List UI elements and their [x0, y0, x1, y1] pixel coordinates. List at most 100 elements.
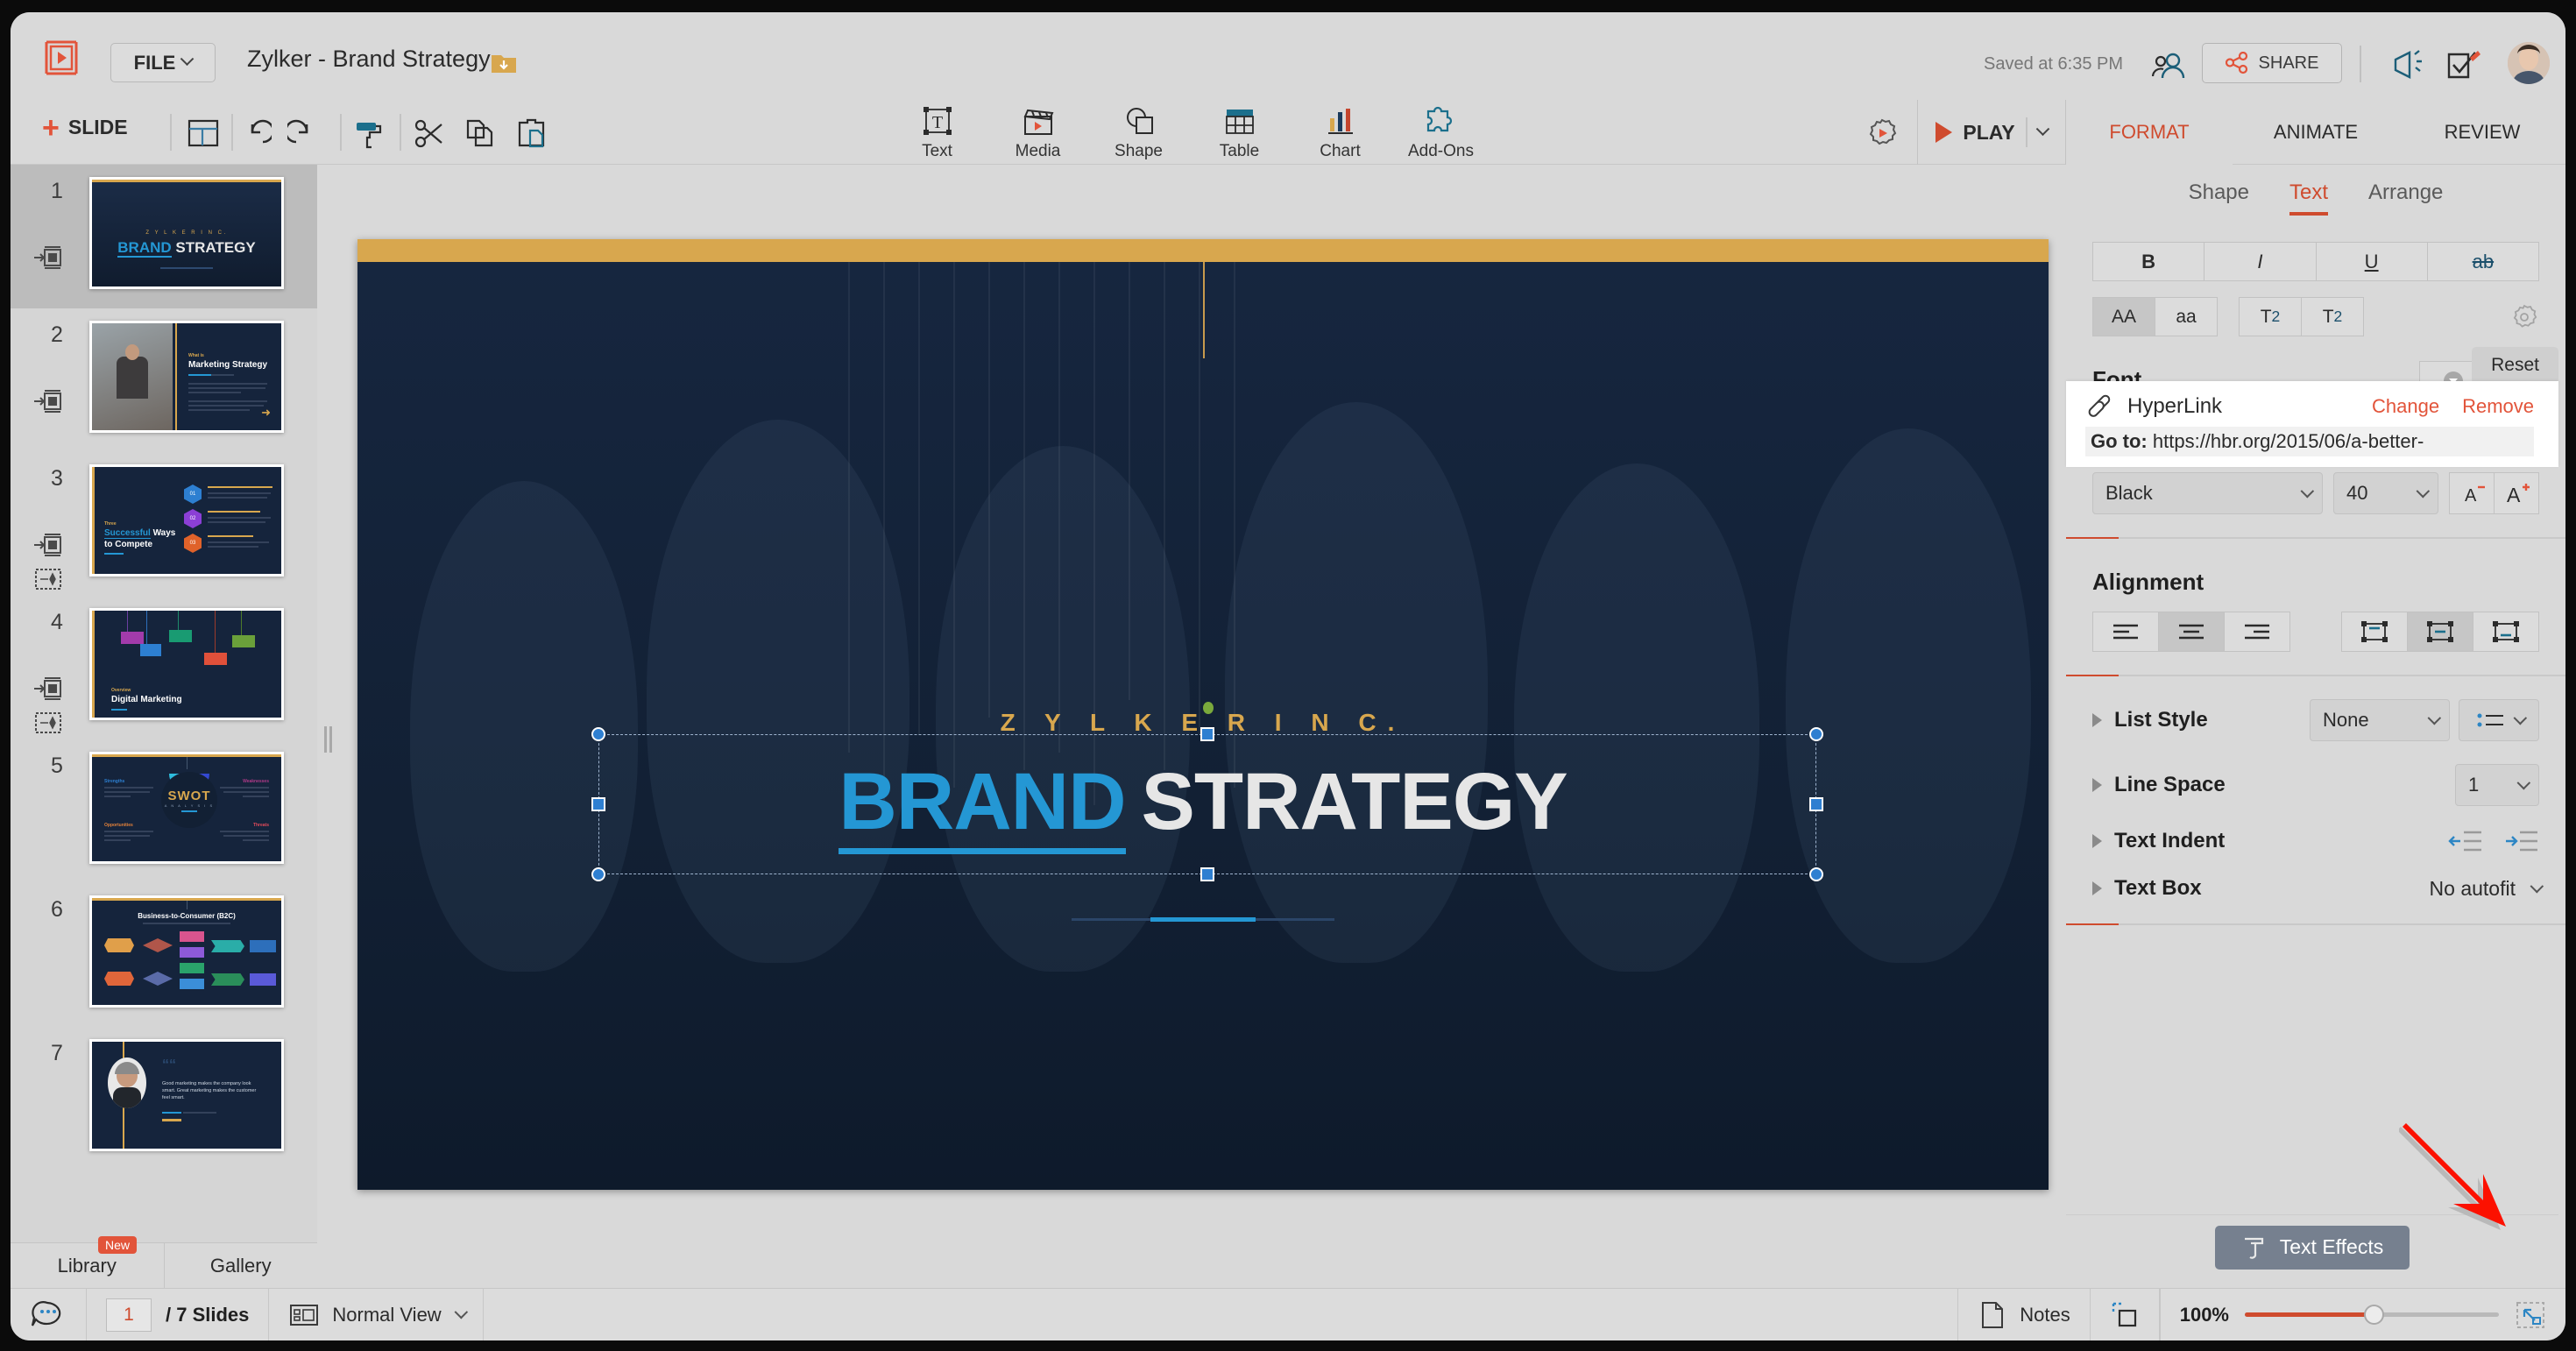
comments-button[interactable] [11, 1288, 87, 1340]
subscript-button[interactable]: T2 [2301, 297, 2364, 336]
active-slide[interactable]: Z Y L K E R I N C. BRAND STRATEGY [357, 239, 2049, 1190]
app-logo-icon[interactable] [41, 39, 81, 77]
slide-thumbnail[interactable]: Three Successful Ways to Compete 01 02 0… [89, 464, 284, 576]
hyperlink-url-row[interactable]: Go to: https://hbr.org/2015/06/a-better- [2085, 427, 2534, 456]
decrease-indent-icon[interactable] [2448, 830, 2483, 852]
align-right-button[interactable] [2224, 612, 2290, 652]
copy-icon[interactable] [463, 117, 498, 149]
slide-list-item[interactable]: 4 Overview Digital Marketing [11, 596, 317, 739]
gallery-tab[interactable]: Gallery [163, 1243, 318, 1288]
reset-button[interactable]: Reset [2472, 347, 2558, 384]
text-effects-button[interactable]: Text Effects [2214, 1225, 2410, 1270]
markup-pen-icon[interactable] [2445, 49, 2482, 84]
expand-triangle-icon[interactable] [2092, 834, 2102, 848]
expand-triangle-icon[interactable] [2092, 778, 2102, 792]
tab-review[interactable]: REVIEW [2399, 100, 2565, 165]
file-menu-button[interactable]: FILE [110, 43, 216, 82]
insert-table-button[interactable]: Table [1189, 100, 1290, 165]
slide-counter[interactable]: 1 / 7 Slides [87, 1288, 270, 1340]
redo-icon[interactable] [284, 117, 322, 149]
subtab-arrange[interactable]: Arrange [2368, 180, 2443, 216]
library-tab[interactable]: Library New [11, 1236, 164, 1288]
resize-handle-br[interactable] [1809, 867, 1823, 881]
increase-font-size-button[interactable]: A [2494, 472, 2539, 514]
cut-icon[interactable] [412, 117, 447, 149]
list-style-select[interactable]: None [2310, 699, 2450, 741]
zoom-slider-knob[interactable] [2364, 1305, 2384, 1325]
align-center-button[interactable] [2158, 612, 2225, 652]
format-painter-icon[interactable] [352, 117, 387, 149]
paste-icon[interactable] [513, 117, 548, 149]
current-slide-input[interactable]: 1 [106, 1298, 152, 1332]
slide-thumbnail[interactable]: Overview Digital Marketing [89, 608, 284, 720]
italic-button[interactable]: I [2204, 242, 2317, 281]
slide-thumbnail[interactable]: Z Y L K E R I N C. BRAND STRATEGY [89, 177, 284, 289]
resize-handle-bl[interactable] [591, 867, 605, 881]
resize-handle-mr[interactable] [1809, 797, 1823, 811]
expand-triangle-icon[interactable] [2092, 713, 2102, 727]
share-button[interactable]: SHARE [2202, 43, 2342, 83]
bullet-picker-button[interactable] [2459, 699, 2539, 741]
line-space-select[interactable]: 1 [2455, 764, 2539, 806]
slide-title[interactable]: BRAND STRATEGY [357, 749, 2049, 854]
expand-triangle-icon[interactable] [2092, 881, 2102, 895]
notes-button[interactable]: Notes [1957, 1288, 2091, 1340]
slide-list-item[interactable]: 6 Business-to-Consumer (B2C) [11, 883, 317, 1027]
insert-text-button[interactable]: T Text [887, 100, 987, 165]
valign-middle-button[interactable] [2407, 612, 2473, 652]
font-size-select[interactable]: 40 [2333, 472, 2438, 514]
align-left-button[interactable] [2092, 612, 2159, 652]
slide-thumbnail[interactable]: What is Marketing Strategy ➜ [89, 321, 284, 433]
insert-media-button[interactable]: Media [987, 100, 1088, 165]
valign-bottom-button[interactable] [2473, 612, 2539, 652]
rotate-handle[interactable] [1203, 702, 1214, 714]
subtab-text[interactable]: Text [2289, 180, 2329, 216]
slide-list-item[interactable]: 5 SWOT A N A L Y S I S Strengths Weaknes… [11, 739, 317, 883]
decrease-font-size-button[interactable]: A [2449, 472, 2495, 514]
view-mode-button[interactable]: Normal View [269, 1288, 484, 1340]
slide-list-item[interactable]: 7 ““ Good marketing makes the company lo… [11, 1027, 317, 1171]
lowercase-button[interactable]: aa [2155, 297, 2218, 336]
layout-icon[interactable] [186, 117, 221, 149]
play-options-chevron-icon[interactable] [2035, 121, 2049, 136]
resize-handle-ml[interactable] [591, 797, 605, 811]
underline-button[interactable]: U [2315, 242, 2428, 281]
play-button[interactable]: PLAY [1917, 100, 2066, 165]
slide-list-item[interactable]: 1 Z Y L K E R I N C. BRAND STRATEGY [11, 165, 317, 308]
tab-animate[interactable]: ANIMATE [2233, 100, 2399, 165]
collaborators-icon[interactable] [2147, 49, 2189, 84]
document-title[interactable]: Zylker - Brand Strategy [247, 46, 491, 73]
valign-top-button[interactable] [2341, 612, 2408, 652]
resize-handle-tl[interactable] [591, 727, 605, 741]
text-settings-gear-icon[interactable] [2509, 302, 2539, 332]
slide-thumbnail-panel[interactable]: 1 Z Y L K E R I N C. BRAND STRATEGY 2 Wh… [11, 165, 317, 1244]
strikethrough-button[interactable]: ab [2426, 242, 2539, 281]
announcements-icon[interactable] [2387, 47, 2425, 84]
gear-icon[interactable] [1865, 116, 1900, 151]
slide-thumbnail[interactable]: SWOT A N A L Y S I S Strengths Weaknesse… [89, 752, 284, 864]
superscript-button[interactable]: T2 [2239, 297, 2302, 336]
insert-addons-button[interactable]: Add-Ons [1391, 100, 1491, 165]
slide-thumbnail[interactable]: Business-to-Consumer (B2C) [89, 895, 284, 1008]
undo-icon[interactable] [237, 117, 275, 149]
insert-chart-button[interactable]: Chart [1290, 100, 1391, 165]
text-box-value[interactable]: No autofit [2430, 877, 2516, 901]
hyperlink-change-button[interactable]: Change [2372, 395, 2439, 418]
panel-resize-handle[interactable] [324, 726, 336, 753]
zoom-slider[interactable] [2245, 1305, 2499, 1325]
slide-list-item[interactable]: 3 Three Successful Ways to Compete 01 02… [11, 452, 317, 596]
hyperlink-remove-button[interactable]: Remove [2462, 395, 2534, 418]
font-style-select[interactable]: Black [2092, 472, 2323, 514]
subtab-shape[interactable]: Shape [2189, 180, 2249, 216]
resize-handle-tc[interactable] [1200, 727, 1214, 741]
tab-format[interactable]: FORMAT [2066, 100, 2233, 165]
uppercase-button[interactable]: AA [2092, 297, 2155, 336]
increase-indent-icon[interactable] [2504, 830, 2539, 852]
user-avatar[interactable] [2508, 42, 2550, 84]
fit-to-window-button[interactable] [2091, 1288, 2160, 1340]
save-to-folder-icon[interactable] [491, 51, 517, 75]
bold-button[interactable]: B [2092, 242, 2205, 281]
add-slide-button[interactable]: + SLIDE [42, 113, 128, 143]
chevron-down-icon[interactable] [2530, 879, 2544, 893]
fullscreen-icon[interactable] [2515, 1300, 2546, 1330]
